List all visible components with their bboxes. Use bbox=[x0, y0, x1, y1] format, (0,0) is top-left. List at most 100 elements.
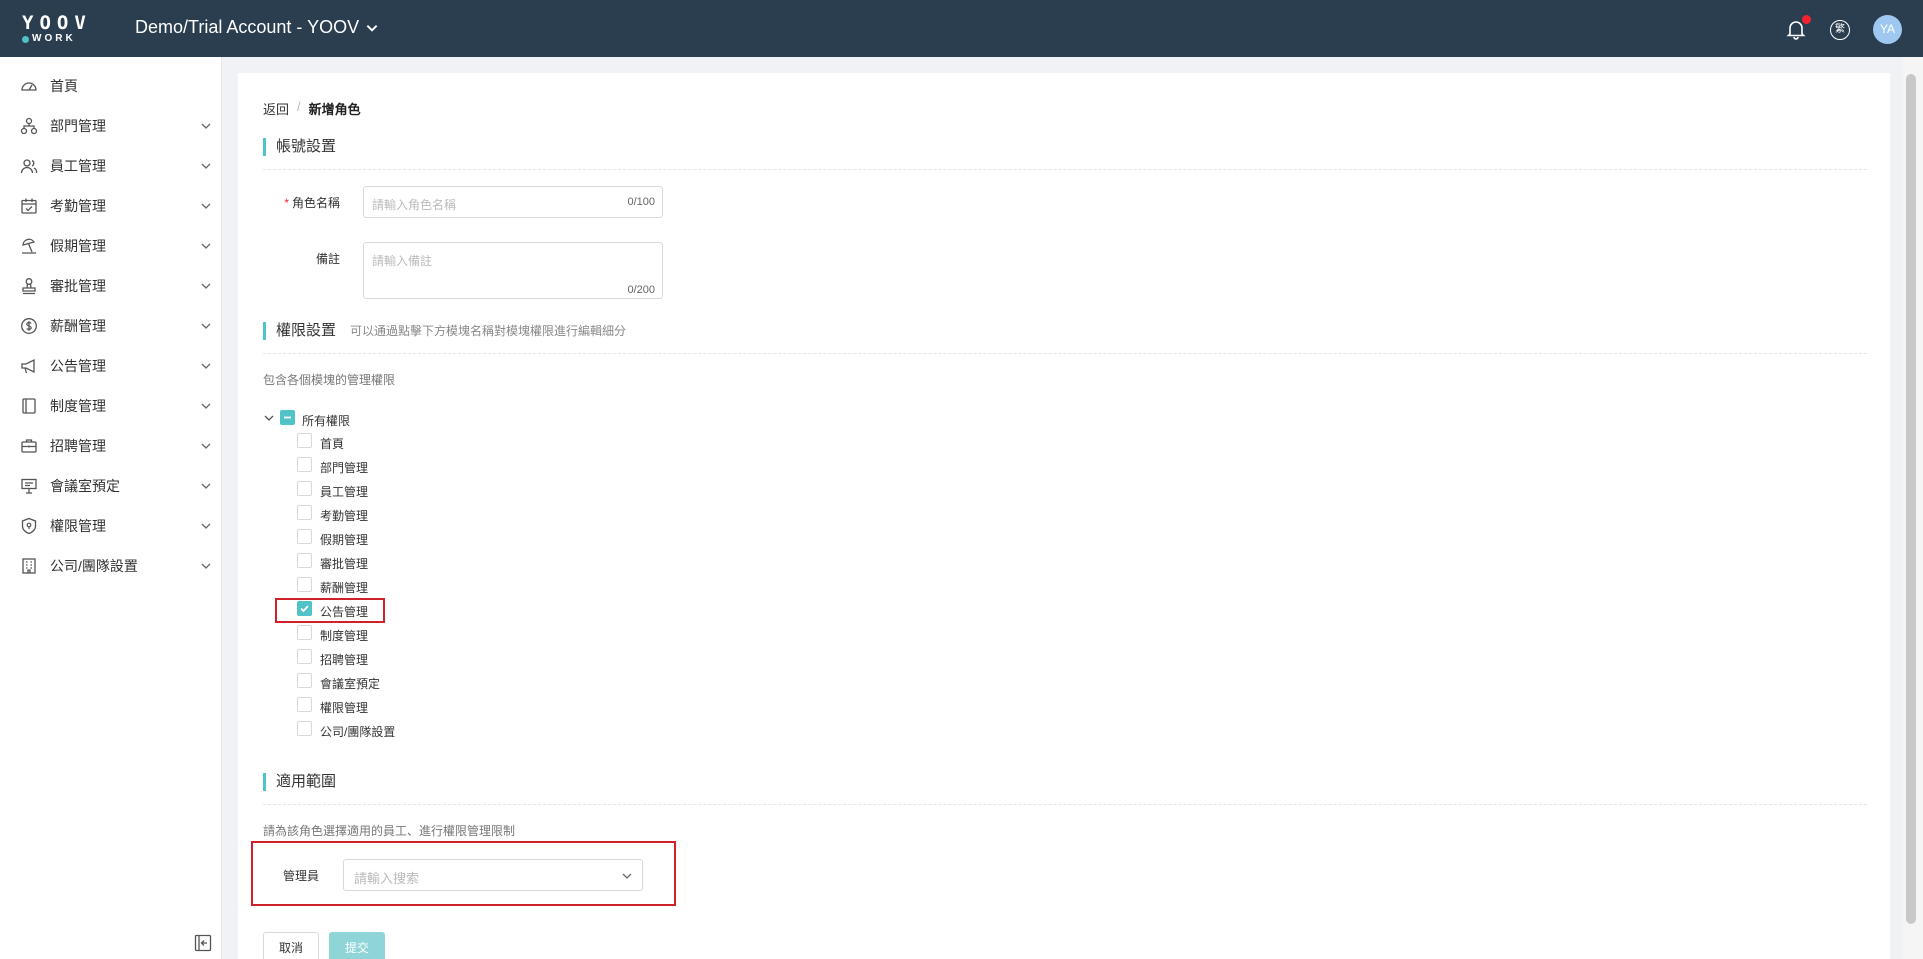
account-name: Demo/Trial Account - YOOV bbox=[135, 17, 360, 37]
role-name-input[interactable]: 請輸入角色名稱 0/100 bbox=[363, 186, 663, 218]
tree-root-label[interactable]: 所有權限 bbox=[302, 412, 350, 429]
logo-top-text: YOOV bbox=[22, 12, 92, 34]
sidebar-item-recruitment[interactable]: 招聘管理 bbox=[0, 426, 222, 466]
module-label[interactable]: 假期管理 bbox=[320, 531, 368, 548]
checkbox-module[interactable] bbox=[297, 529, 312, 544]
section-title-text: 帳號設置 bbox=[276, 138, 337, 155]
briefcase-icon bbox=[21, 439, 37, 453]
module-label[interactable]: 會議室預定 bbox=[320, 675, 380, 692]
chevron-down-icon bbox=[201, 363, 211, 369]
checkbox-module[interactable] bbox=[297, 649, 312, 664]
chevron-down-icon bbox=[201, 443, 211, 449]
module-label[interactable]: 審批管理 bbox=[320, 555, 368, 572]
sidebar-item-home[interactable]: 首頁 bbox=[0, 66, 222, 106]
sidebar-item-attendance[interactable]: 考勤管理 bbox=[0, 186, 222, 226]
chevron-down-icon bbox=[201, 203, 211, 209]
account-section-title: 帳號設置 bbox=[263, 138, 336, 156]
book-icon bbox=[22, 398, 36, 414]
sidebar: 首頁 部門管理 員工管理 考勤管理 假期管理 審批管理 薪酬管理 公告管理 制度… bbox=[0, 57, 222, 959]
users-icon bbox=[20, 159, 38, 174]
role-name-placeholder: 請輸入角色名稱 bbox=[372, 198, 457, 212]
sidebar-item-announcement[interactable]: 公告管理 bbox=[0, 346, 222, 386]
breadcrumb-back-link[interactable]: 返回 bbox=[263, 99, 289, 118]
sidebar-item-policy[interactable]: 制度管理 bbox=[0, 386, 222, 426]
notification-badge bbox=[1802, 15, 1811, 24]
permission-section-title: 權限設置 可以通過點擊下方模塊名稱對模塊權限進行編輯細分 bbox=[263, 322, 626, 340]
checkbox-module[interactable] bbox=[297, 457, 312, 472]
chevron-down-icon bbox=[201, 123, 211, 129]
admin-select-placeholder: 請輸入搜索 bbox=[354, 871, 420, 886]
module-label[interactable]: 首頁 bbox=[320, 435, 344, 452]
sidebar-item-staff[interactable]: 員工管理 bbox=[0, 146, 222, 186]
module-label[interactable]: 制度管理 bbox=[320, 627, 368, 644]
sidebar-item-label: 假期管理 bbox=[50, 238, 106, 254]
checkbox-module[interactable] bbox=[297, 577, 312, 592]
module-label[interactable]: 公司/團隊設置 bbox=[320, 723, 395, 740]
sidebar-item-label: 招聘管理 bbox=[50, 438, 106, 454]
sidebar-item-permission[interactable]: 權限管理 bbox=[0, 506, 222, 546]
cancel-button[interactable]: 取消 bbox=[263, 932, 319, 959]
sidebar-item-label: 會議室預定 bbox=[50, 478, 120, 494]
beach-icon bbox=[22, 238, 36, 254]
remark-counter: 0/200 bbox=[627, 284, 655, 296]
dashboard-icon bbox=[21, 82, 37, 91]
breadcrumb-current: 新增角色 bbox=[308, 102, 361, 117]
scope-section-title: 適用範圍 bbox=[263, 773, 336, 791]
checkbox-module[interactable] bbox=[297, 481, 312, 496]
checkbox-module[interactable] bbox=[297, 433, 312, 448]
sidebar-item-approval[interactable]: 審批管理 bbox=[0, 266, 222, 306]
collapse-sidebar-icon[interactable] bbox=[194, 934, 212, 952]
module-label[interactable]: 考勤管理 bbox=[320, 507, 368, 524]
sidebar-item-department[interactable]: 部門管理 bbox=[0, 106, 222, 146]
scrollbar[interactable] bbox=[1906, 74, 1916, 924]
module-label[interactable]: 薪酬管理 bbox=[320, 579, 368, 596]
sidebar-item-label: 公告管理 bbox=[50, 358, 106, 374]
logo-dot-icon bbox=[22, 35, 29, 43]
module-label[interactable]: 權限管理 bbox=[320, 699, 368, 716]
admin-label: 管理員 bbox=[282, 869, 319, 883]
sidebar-item-company-settings[interactable]: 公司/團隊設置 bbox=[0, 546, 222, 586]
chevron-down-icon bbox=[201, 563, 211, 569]
role-name-counter: 0/100 bbox=[627, 196, 655, 208]
chevron-down-icon bbox=[201, 243, 211, 249]
presentation-icon bbox=[21, 478, 37, 494]
chevron-down-icon bbox=[201, 163, 211, 169]
checkbox-module[interactable] bbox=[297, 697, 312, 712]
admin-select[interactable]: 請輸入搜索 bbox=[343, 859, 643, 891]
megaphone-icon bbox=[21, 358, 35, 374]
calendar-check-icon bbox=[21, 198, 37, 214]
yoov-work-logo[interactable]: YOOV WORK bbox=[22, 14, 102, 48]
checkbox-module[interactable] bbox=[297, 721, 312, 736]
checkbox-module[interactable] bbox=[297, 553, 312, 568]
sidebar-item-leave[interactable]: 假期管理 bbox=[0, 226, 222, 266]
section-title-text: 權限設置 bbox=[276, 322, 337, 339]
breadcrumb-separator: / bbox=[297, 99, 301, 114]
checkbox-module[interactable] bbox=[297, 673, 312, 688]
tree-expand-icon[interactable] bbox=[263, 412, 275, 424]
module-label[interactable]: 員工管理 bbox=[320, 483, 368, 500]
account-switcher[interactable]: Demo/Trial Account - YOOV bbox=[135, 17, 379, 38]
checkbox-module[interactable] bbox=[297, 625, 312, 640]
top-bar: YOOV WORK Demo/Trial Account - YOOV 繁 YA bbox=[0, 0, 1923, 57]
sidebar-item-label: 權限管理 bbox=[50, 518, 106, 534]
module-label[interactable]: 部門管理 bbox=[320, 459, 368, 476]
sidebar-item-label: 部門管理 bbox=[50, 118, 106, 134]
checkbox-module[interactable] bbox=[297, 505, 312, 520]
avatar[interactable]: YA bbox=[1873, 15, 1902, 44]
remark-textarea[interactable]: 請輸入備註 0/200 bbox=[363, 242, 663, 299]
section-title-text: 適用範圍 bbox=[276, 773, 337, 790]
sidebar-item-label: 公司/團隊設置 bbox=[50, 558, 138, 574]
sidebar-item-label: 薪酬管理 bbox=[50, 318, 106, 334]
chevron-down-icon bbox=[201, 283, 211, 289]
module-label[interactable]: 招聘管理 bbox=[320, 651, 368, 668]
building-icon bbox=[22, 558, 36, 574]
language-switch-icon[interactable]: 繁 bbox=[1830, 20, 1850, 40]
divider bbox=[263, 804, 1867, 805]
checkbox-all-permissions[interactable] bbox=[280, 410, 295, 425]
dollar-icon bbox=[21, 318, 37, 334]
divider bbox=[263, 169, 1867, 170]
sidebar-item-payroll[interactable]: 薪酬管理 bbox=[0, 306, 222, 346]
sidebar-item-meeting-room[interactable]: 會議室預定 bbox=[0, 466, 222, 506]
submit-button[interactable]: 提交 bbox=[329, 932, 385, 959]
chevron-down-icon bbox=[201, 323, 211, 329]
